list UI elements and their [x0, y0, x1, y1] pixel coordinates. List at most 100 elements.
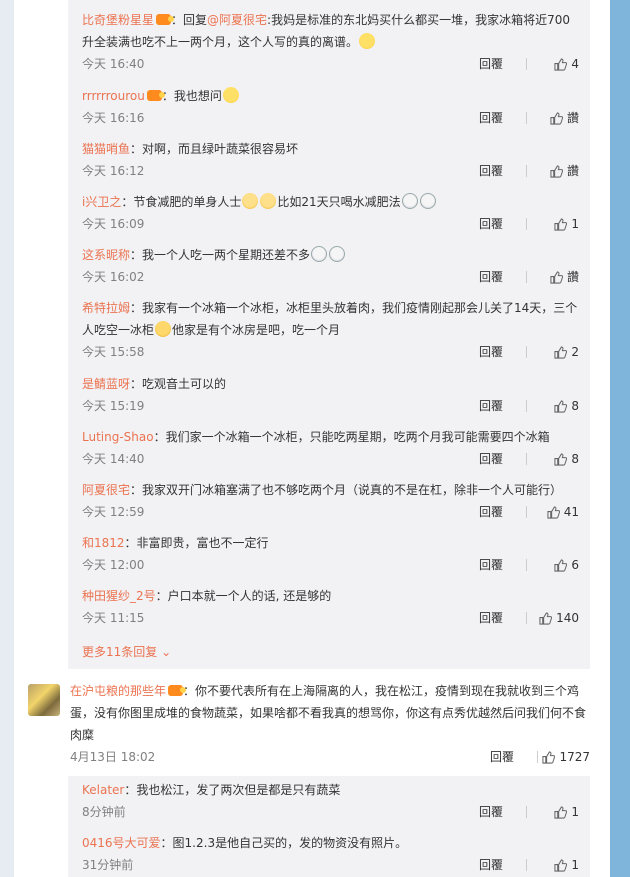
divider — [526, 346, 527, 358]
like-button[interactable]: 1 — [554, 801, 579, 823]
reply-body: ：对啊，而且绿叶蔬菜很容易坏 — [130, 142, 299, 156]
reply-meta: 今天 15:19 回覆 8 — [82, 395, 579, 417]
reply-username[interactable]: 和1812 — [82, 536, 125, 550]
like-button[interactable]: 讚 — [550, 160, 579, 182]
reply-button[interactable]: 回覆 — [479, 448, 503, 470]
reply-meta: 今天 12:00 回覆 6 — [82, 554, 579, 576]
reply-button[interactable]: 回覆 — [479, 801, 503, 823]
reply-button[interactable]: 回覆 — [479, 501, 503, 523]
like-count: 1 — [571, 858, 579, 872]
laugh-emoji — [359, 33, 376, 49]
reply-button[interactable]: 回覆 — [479, 395, 503, 417]
like-count: 1727 — [559, 750, 590, 764]
reply-meta: 今天 15:58 回覆 2 — [82, 341, 579, 363]
reply-button[interactable]: 回覆 — [479, 341, 503, 363]
divider — [526, 271, 527, 283]
mention-link[interactable]: @阿夏很宅 — [207, 13, 267, 27]
reply-text: 种田猩纱_2号：户口本就一个人的话, 还是够的 — [82, 585, 579, 607]
thumbs-up-icon — [554, 805, 568, 819]
reply-item: i兴卫之：节食减肥的单身人士 比如21天只喝水减肥法 今天 16:09 回覆 1 — [82, 191, 579, 235]
reply-username[interactable]: 是鲭蓝呀 — [82, 377, 130, 391]
more-replies-label[interactable]: 更多11条回复 — [82, 645, 157, 659]
reply-button[interactable]: 回覆 — [479, 854, 503, 876]
like-button[interactable]: 41 — [547, 501, 579, 523]
like-count: 2 — [571, 345, 579, 359]
reply-item: 是鲭蓝呀：吃观音土可以的 今天 15:19 回覆 8 — [82, 373, 579, 417]
like-button[interactable]: 1727 — [542, 746, 590, 768]
reply-username[interactable]: 这系昵称 — [82, 248, 130, 262]
reply-time: 今天 16:02 — [82, 270, 145, 284]
thumbs-up-icon — [554, 858, 568, 872]
reply-meta: 今天 14:40 回覆 8 — [82, 448, 579, 470]
thumbs-up-icon — [550, 111, 563, 125]
reply-body: ：节食减肥的单身人士 — [121, 195, 242, 209]
reply-body: ：吃观音土可以的 — [130, 377, 227, 391]
reply-meta: 今天 16:40 回覆 4 — [82, 53, 579, 75]
like-button[interactable]: 8 — [554, 395, 579, 417]
reply-text: 是鲭蓝呀：吃观音土可以的 — [82, 373, 579, 395]
reply-text: 阿夏很宅：我家双开门冰箱塞满了也不够吃两个月（说真的不是在杠，除非一个人可能行） — [82, 479, 579, 501]
doge-emoji — [260, 193, 277, 209]
reply-body: ：我也想问 — [161, 89, 222, 103]
like-button[interactable]: 2 — [554, 341, 579, 363]
reply-meta: 今天 16:09 回覆 1 — [82, 213, 579, 235]
reply-text: 希特拉姆：我家有一个冰箱一个冰柜，冰柜里头放着肉，我们疫情刚起那会儿关了14天，… — [82, 297, 579, 341]
reply-button[interactable]: 回覆 — [479, 107, 503, 129]
reply-button[interactable]: 回覆 — [479, 160, 503, 182]
reply-username[interactable]: 希特拉姆 — [82, 301, 130, 315]
like-button[interactable]: 8 — [554, 448, 579, 470]
reply-username[interactable]: 猫猫哨鱼 — [82, 142, 130, 156]
thumbs-up-icon — [554, 558, 568, 572]
reply-username[interactable]: 比奇堡粉星星 — [82, 13, 154, 27]
thumbs-up-icon — [554, 57, 568, 71]
like-button[interactable]: 140 — [539, 607, 579, 629]
reply-text: Luting-Shao：我们家一个冰箱一个冰柜，只能吃两星期，吃两个月我可能需要… — [82, 426, 579, 448]
reply-meta: 8分钟前 回覆 1 — [82, 801, 579, 823]
comment-username[interactable]: 在沪屯粮的那些年 — [70, 684, 166, 698]
reply-time: 8分钟前 — [82, 805, 126, 819]
more-replies-link[interactable]: 更多11条回复 ⌄ — [82, 641, 171, 663]
reply-time: 31分钟前 — [82, 858, 134, 872]
reply-button[interactable]: 回覆 — [479, 607, 503, 629]
reply-username[interactable]: i兴卫之 — [82, 195, 121, 209]
reply-time: 今天 12:59 — [82, 505, 145, 519]
thumbs-up-icon — [539, 611, 553, 625]
reply-button[interactable]: 回覆 — [479, 53, 503, 75]
reply-username[interactable]: 0416号大可爱 — [82, 836, 161, 850]
reply-username[interactable]: rrrrrrourou — [82, 89, 145, 103]
divider — [526, 218, 527, 230]
like-button[interactable]: 讚 — [550, 266, 579, 288]
like-button[interactable]: 1 — [554, 213, 579, 235]
reply-username[interactable]: 种田猩纱_2号 — [82, 589, 156, 603]
divider — [526, 559, 527, 571]
like-button[interactable]: 6 — [554, 554, 579, 576]
reply-text: Kelater：我也松江，发了两次但是都是只有蔬菜 — [82, 779, 579, 801]
reply-text: 这系昵称：我一个人吃一两个星期还差不多 — [82, 244, 579, 266]
divider — [526, 58, 527, 70]
reply-username[interactable]: 阿夏很宅 — [82, 483, 130, 497]
like-count: 140 — [556, 611, 579, 625]
reply-body: 他家是有个冰房是吧，吃一个月 — [172, 323, 341, 337]
reply-button[interactable]: 回覆 — [479, 554, 503, 576]
comment-time: 4月13日 18:02 — [70, 750, 156, 764]
like-count: 8 — [571, 452, 579, 466]
reply-body: ：我家双开门冰箱塞满了也不够吃两个月（说真的不是在杠，除非一个人可能行） — [130, 483, 563, 497]
like-count: 讚 — [566, 270, 579, 284]
thumbs-up-icon — [554, 399, 568, 413]
like-count: 讚 — [566, 164, 579, 178]
like-button[interactable]: 讚 — [550, 107, 579, 129]
reply-button[interactable]: 回覆 — [490, 746, 514, 768]
reply-body: ：回复 — [171, 13, 208, 27]
reply-meta: 今天 16:02 回覆 讚 — [82, 266, 579, 288]
like-button[interactable]: 4 — [554, 53, 579, 75]
reply-button[interactable]: 回覆 — [479, 266, 503, 288]
reply-username[interactable]: Luting-Shao — [82, 430, 154, 444]
avatar[interactable] — [28, 684, 60, 716]
like-button[interactable]: 1 — [554, 854, 579, 876]
reply-text: 猫猫哨鱼：对啊，而且绿叶蔬菜很容易坏 — [82, 138, 579, 160]
reply-body: ：非富即贵，富也不一定行 — [124, 536, 269, 550]
reply-username[interactable]: Kelater — [82, 783, 124, 797]
reply-text: 比奇堡粉星星 ：回复@阿夏很宅:我妈是标准的东北妈买什么都买一堆，我家冰箱将近70… — [82, 9, 579, 53]
reply-button[interactable]: 回覆 — [479, 213, 503, 235]
divider — [526, 806, 527, 818]
